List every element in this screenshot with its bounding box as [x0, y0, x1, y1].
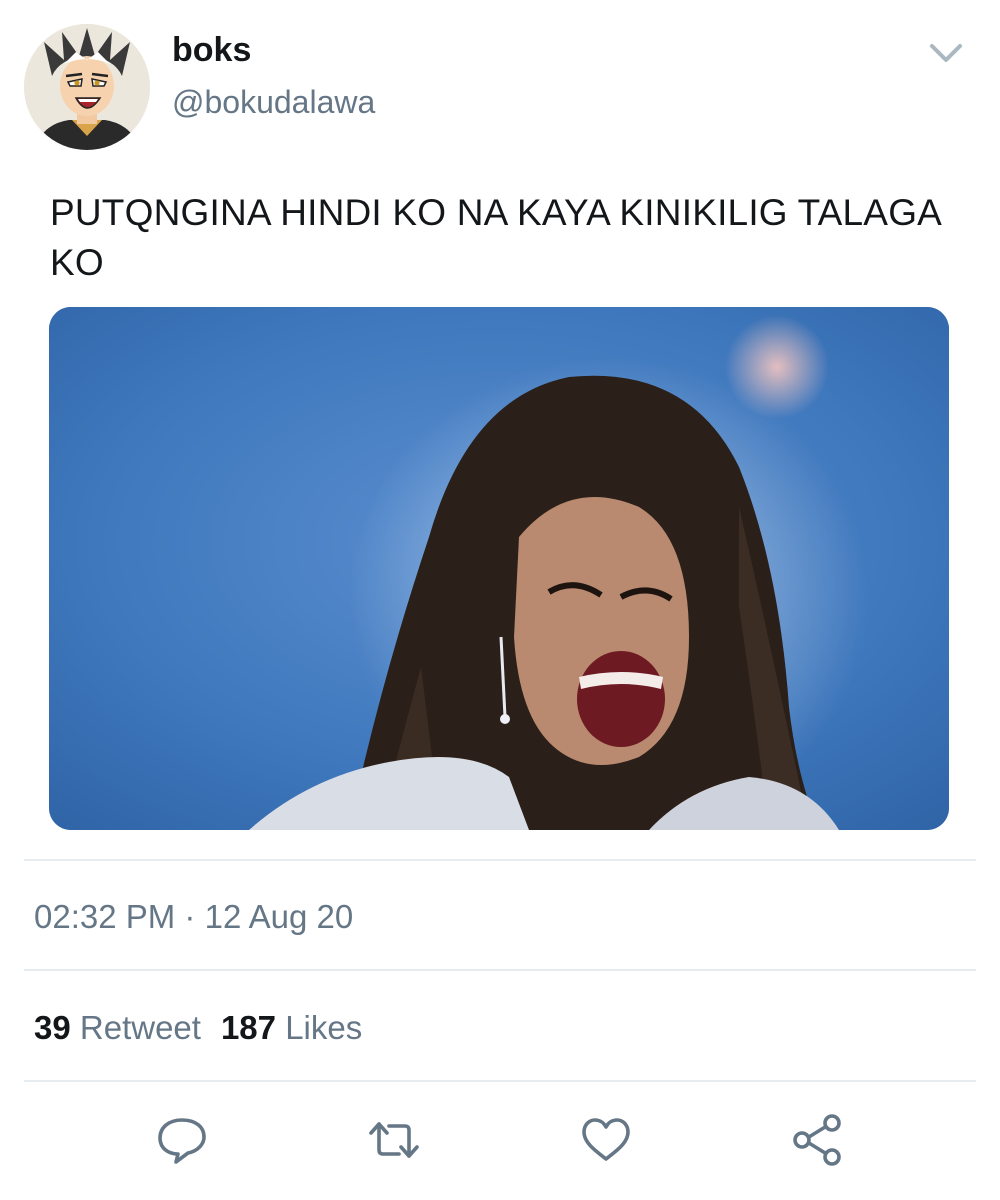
- reply-icon[interactable]: [154, 1112, 210, 1168]
- retweet-icon[interactable]: [366, 1112, 422, 1168]
- likes-count: 187: [220, 1009, 277, 1046]
- retweet-count: 39: [34, 1009, 71, 1046]
- engagement-stats: 39 Retweet 187 Likes: [34, 1008, 362, 1048]
- tweet-date: 12 Aug 20: [204, 898, 354, 935]
- tweet-card: boks @bokudalawa PUTQNGINA HINDI KO NA K…: [0, 0, 1000, 1200]
- retweet-stat[interactable]: 39 Retweet: [34, 1009, 201, 1046]
- avatar[interactable]: [24, 24, 150, 150]
- tweet-text: PUTQNGINA HINDI KO NA KAYA KINIKILIG TAL…: [50, 192, 941, 283]
- share-icon[interactable]: [790, 1112, 846, 1168]
- likes-stat[interactable]: 187 Likes: [221, 1009, 362, 1046]
- like-icon[interactable]: [578, 1112, 634, 1168]
- retweet-label: Retweet: [79, 1009, 201, 1046]
- photo-illustration: [49, 307, 949, 830]
- tweet-photo[interactable]: [49, 307, 949, 830]
- avatar-image: [24, 24, 150, 150]
- user-handle[interactable]: @bokudalawa: [172, 82, 375, 122]
- divider: [24, 969, 976, 971]
- timestamp[interactable]: 02:32 PM · 12 Aug 20: [34, 897, 353, 937]
- divider: [24, 859, 976, 861]
- chevron-down-icon[interactable]: [924, 34, 968, 70]
- tweet-time: 02:32 PM: [34, 898, 176, 935]
- display-name[interactable]: boks: [172, 30, 251, 70]
- divider: [24, 1080, 976, 1082]
- likes-label: Likes: [285, 1009, 363, 1046]
- timestamp-separator: ·: [184, 898, 196, 935]
